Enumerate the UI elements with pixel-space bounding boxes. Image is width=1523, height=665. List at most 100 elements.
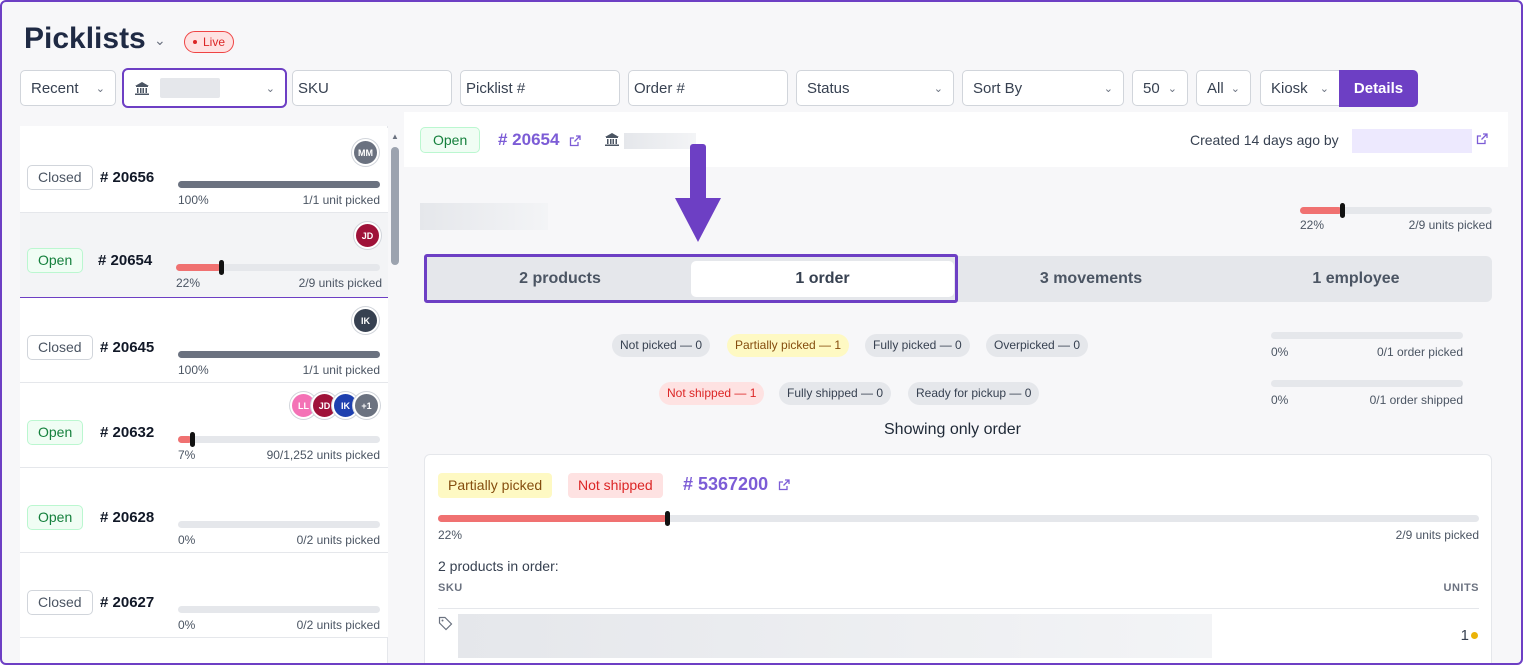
avatar: MM (352, 139, 379, 166)
picklist-number: # 20645 (100, 339, 155, 356)
warehouse-dropdown[interactable]: ⌄ (122, 68, 287, 108)
status-badge: Open (27, 505, 84, 530)
annotation-arrow (675, 144, 721, 242)
chevron-down-icon: ⌄ (95, 82, 105, 95)
live-badge: Live (184, 31, 235, 53)
order-shipped-label: 0/1 order shipped (1369, 393, 1463, 407)
list-scrollbar[interactable] (391, 147, 399, 265)
scroll-up-icon[interactable]: ▲ (391, 132, 399, 141)
order-number-input[interactable]: Order # (628, 70, 788, 106)
warehouse-name-redacted (160, 78, 220, 98)
progress-bar (176, 260, 380, 275)
units-picked: 90/1,252 units picked (266, 448, 380, 462)
status-badge: Closed (27, 590, 93, 615)
sku-input[interactable]: SKU (292, 70, 452, 106)
status-badge: Open (420, 127, 481, 153)
unit-quantity: 1 (1460, 627, 1469, 644)
chevron-down-icon[interactable]: ⌄ (154, 32, 166, 49)
product-name-redacted[interactable] (458, 614, 1212, 658)
picklist-list: MM Closed # 20656 100% 1/1 unit picked J… (20, 126, 388, 663)
tab-movements[interactable]: 3 movements (958, 256, 1224, 302)
chevron-down-icon: ⌄ (933, 82, 943, 95)
products-in-order-label: 2 products in order: (438, 558, 559, 574)
external-link-icon[interactable] (1476, 133, 1488, 145)
external-link-icon (778, 479, 790, 491)
kiosk-dropdown[interactable]: Kiosk ⌄ (1260, 70, 1340, 106)
picklist-number: # 20628 (100, 509, 155, 526)
status-badge: Closed (27, 335, 93, 360)
picklist-number: # 20627 (100, 594, 155, 611)
progress-bar (178, 521, 380, 528)
picklist-number: # 20632 (100, 424, 155, 441)
list-item[interactable]: MM Closed # 20656 100% 1/1 unit picked (20, 128, 388, 213)
filter-chip-fully-picked[interactable]: Fully picked — 0 (865, 334, 970, 357)
picklist-link[interactable]: # 20654 (498, 130, 581, 150)
filter-chip-partially-picked[interactable]: Partially picked — 1 (727, 334, 850, 357)
units-picked: 0/2 units picked (296, 618, 380, 632)
order-shipped-bar (1271, 380, 1463, 387)
all-dropdown[interactable]: All ⌄ (1196, 70, 1251, 106)
status-badge: Open (27, 248, 84, 273)
progress-bar (178, 432, 380, 447)
units-picked: 2/9 units picked (1408, 218, 1492, 232)
chevron-down-icon: ⌄ (265, 82, 275, 95)
column-header-units: UNITS (1443, 582, 1479, 594)
app-window: Picklists ⌄ Live Recent ⌄ ⌄ SKU Picklist … (0, 0, 1523, 665)
order-link[interactable]: # 5367200 (683, 474, 790, 495)
picklist-number: # 20656 (100, 169, 155, 186)
status-dropdown[interactable]: Status ⌄ (796, 70, 954, 106)
progress-bar (1300, 203, 1492, 218)
sort-by-dropdown[interactable]: Sort By ⌄ (962, 70, 1124, 106)
units-picked: 2/9 units picked (298, 276, 382, 290)
chevron-down-icon: ⌄ (1230, 82, 1240, 95)
creator-name-redacted[interactable] (1352, 129, 1472, 153)
chevron-down-icon: ⌄ (1319, 82, 1329, 95)
list-item[interactable]: LL JD IK +1 Open # 20632 7% 90/1,252 uni… (20, 383, 388, 468)
filter-chip-ready-for-pickup[interactable]: Ready for pickup — 0 (908, 382, 1040, 405)
avatar-overflow[interactable]: +1 (353, 392, 380, 419)
list-item[interactable]: Open # 20628 0% 0/2 units picked (20, 468, 388, 553)
warehouse-icon (605, 133, 619, 146)
order-units-picked: 2/9 units picked (1395, 528, 1479, 542)
tab-employee[interactable]: 1 employee (1224, 256, 1488, 302)
list-item[interactable]: IK Closed # 20645 100% 1/1 unit picked (20, 298, 388, 383)
avatar: JD (354, 222, 381, 249)
details-button[interactable]: Details (1339, 70, 1418, 107)
recent-dropdown[interactable]: Recent ⌄ (20, 70, 116, 106)
chevron-down-icon: ⌄ (1103, 82, 1113, 95)
order-progress-percent: 22% (438, 528, 463, 542)
filter-chip-not-picked[interactable]: Not picked — 0 (612, 334, 711, 357)
annotation-highlight (424, 254, 958, 303)
order-progress-bar (438, 511, 1479, 526)
progress-percent: 22% (1300, 218, 1325, 232)
progress-bar (178, 181, 380, 188)
tag-icon (438, 616, 453, 631)
divider (438, 608, 1479, 609)
page-title: Picklists (24, 22, 146, 55)
list-item[interactable]: JD Open # 20654 22% 2/9 units picked (20, 213, 388, 298)
filter-chip-fully-shipped[interactable]: Fully shipped — 0 (779, 382, 892, 405)
status-badge: Closed (27, 165, 93, 190)
filter-chip-overpicked[interactable]: Overpicked — 0 (986, 334, 1089, 357)
warehouse-icon (135, 82, 149, 95)
order-picked-bar (1271, 332, 1463, 339)
units-picked: 0/2 units picked (296, 533, 380, 547)
pick-status-badge: Partially picked (438, 473, 553, 498)
created-info: Created 14 days ago by (1190, 132, 1339, 148)
page-size-dropdown[interactable]: 50 ⌄ (1132, 70, 1188, 106)
status-badge: Open (27, 420, 84, 445)
filter-chip-not-shipped[interactable]: Not shipped — 1 (659, 382, 765, 405)
showing-label: Showing only order (884, 421, 1021, 438)
chevron-down-icon: ⌄ (1167, 82, 1177, 95)
picklist-name-redacted (420, 203, 548, 230)
list-item[interactable]: Closed # 20627 0% 0/2 units picked (20, 553, 388, 638)
order-picked-label: 0/1 order picked (1376, 345, 1463, 359)
ship-status-badge: Not shipped (568, 473, 663, 498)
picklist-number-input[interactable]: Picklist # (460, 70, 620, 106)
progress-bar (178, 606, 380, 613)
picklist-number: # 20654 (98, 252, 153, 269)
external-link-icon (570, 134, 581, 146)
column-header-sku: SKU (438, 582, 463, 594)
units-picked: 1/1 unit picked (302, 193, 380, 207)
status-dot (1471, 632, 1478, 639)
